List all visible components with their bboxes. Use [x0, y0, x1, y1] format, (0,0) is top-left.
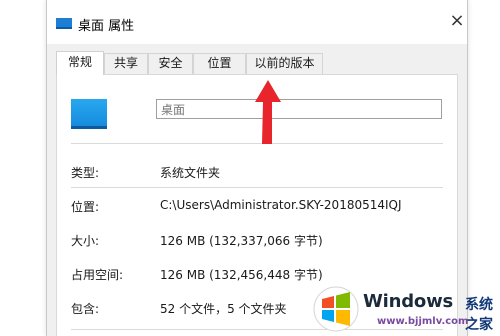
tab-previous-versions[interactable]: 以前的版本 [246, 53, 323, 74]
tab-location[interactable]: 位置 [193, 53, 246, 74]
watermark-brand: Windows [363, 291, 454, 312]
desktop-folder-icon [71, 99, 107, 129]
watermark-url: www.bjjmlv.com [377, 316, 469, 327]
location-value: C:\Users\Administrator.SKY-20180514IQJ [160, 198, 402, 212]
tab-general[interactable]: 常规 [56, 51, 104, 75]
type-value: 系统文件夹 [160, 166, 221, 180]
size-value: 126 MB (132,337,066 字节) [160, 234, 323, 248]
location-label: 位置: [71, 200, 100, 214]
watermark-cn-text: 系统之家 [465, 297, 493, 333]
tab-security[interactable]: 安全 [148, 53, 193, 74]
size-label: 大小: [71, 234, 100, 248]
tab-sharing[interactable]: 共享 [104, 53, 148, 74]
red-arrow-icon [255, 80, 281, 144]
contains-value: 52 个文件，5 个文件夹 [160, 302, 287, 316]
tab-strip: 常规 共享 安全 位置 以前的版本 [56, 51, 456, 75]
screenshot: 桌面 属性 × 常规 共享 安全 位置 以前的版本 类型: 系统文件夹 位置: … [0, 0, 500, 336]
folder-name-input[interactable] [156, 99, 442, 119]
type-label: 类型: [71, 166, 100, 180]
size-on-disk-label: 占用空间: [71, 268, 124, 282]
windows-logo-icon [313, 286, 359, 332]
desktop-icon [56, 18, 72, 29]
window-title: 桌面 属性 [78, 19, 135, 34]
watermark: Windows 系统之家 www.bjjmlv.com [307, 282, 500, 336]
size-on-disk-value: 126 MB (132,456,448 字节) [160, 268, 323, 282]
close-button[interactable]: × [447, 10, 467, 34]
title-bar: 桌面 属性 × [47, 0, 467, 44]
divider [71, 187, 443, 188]
contains-label: 包含: [71, 302, 100, 316]
